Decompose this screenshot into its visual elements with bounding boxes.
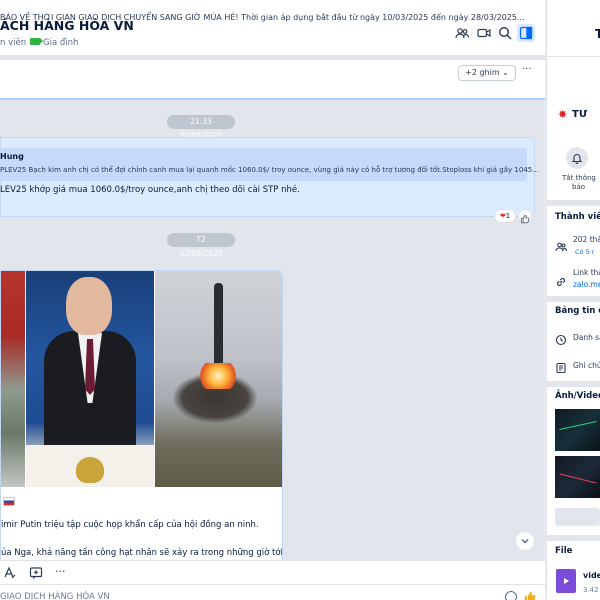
link-icon	[555, 273, 567, 287]
note-icon	[555, 359, 567, 374]
board-heading: Bảng tin c	[555, 306, 600, 316]
media-heading: Ảnh/Video	[555, 391, 600, 401]
reaction-count: 1	[505, 212, 511, 220]
search-icon[interactable]	[497, 25, 513, 41]
more-pins-button[interactable]: +2 ghim ⌄	[458, 65, 516, 81]
text-format-icon[interactable]	[3, 565, 17, 579]
member-label[interactable]: n viên	[0, 38, 26, 48]
group-name[interactable]: TƯ	[572, 109, 587, 120]
date-separator: 21:33 30/05/2025	[167, 115, 235, 140]
video-call-icon[interactable]	[476, 25, 492, 41]
members-heading: Thành viê	[555, 212, 600, 222]
message-text: imir Putin triệu tập cuộc họp khẩn cấp c…	[1, 520, 259, 530]
board-reminders[interactable]: Danh sá	[573, 333, 600, 342]
reaction-badge[interactable]: ❤1	[494, 209, 516, 223]
video-file-icon[interactable]	[556, 569, 576, 593]
sidebar-title: T	[595, 27, 600, 41]
mute-label[interactable]: Tắt thông	[562, 174, 596, 182]
group-link[interactable]: zalo.me	[573, 280, 600, 289]
composer-toolbar	[0, 560, 545, 584]
emoji-icon[interactable]	[505, 591, 517, 600]
scroll-to-bottom-button[interactable]	[515, 531, 535, 551]
emblem-icon	[76, 457, 104, 483]
date-separator: T2 02/06/2025	[167, 233, 235, 258]
media-thumbnail[interactable]	[555, 409, 600, 451]
message-text: ủa Nga, khả năng tấn công hạt nhân sẽ xả…	[1, 548, 283, 558]
photo-parade[interactable]	[1, 271, 25, 487]
mute-label-2[interactable]: báo	[572, 183, 585, 191]
like-reaction-icon[interactable]	[518, 209, 532, 224]
group-avatar-icon[interactable]: ✸	[558, 108, 567, 121]
members-icon	[555, 238, 568, 252]
quote-author: Hung	[0, 152, 24, 161]
photo-speaker[interactable]	[26, 271, 154, 487]
bell-icon[interactable]	[566, 147, 588, 169]
composer-input[interactable]: GIAO DỊCH HÀNG HÓA VN	[0, 592, 110, 600]
photo-missile-launch[interactable]	[155, 271, 282, 487]
rocket-icon	[214, 283, 223, 373]
board-notes[interactable]: Ghi chú	[573, 361, 600, 370]
files-heading: File	[555, 546, 573, 556]
pinned-message-text[interactable]: BÁO VỀ THỜI GIAN GIAO DỊCH CHUYỂN SANG G…	[0, 13, 525, 22]
toggle-info-panel-icon[interactable]	[517, 24, 535, 42]
link-label: Link tha	[573, 268, 600, 277]
file-size: 3.42	[583, 586, 599, 594]
label-tag-icon	[30, 38, 43, 45]
quote-text: PLEV25 Bạch kim anh chị có thể đợi chỉnh…	[0, 166, 539, 174]
message-text: LEV25 khớp giá mua 1060.0$/troy ounce,an…	[0, 185, 300, 195]
pin-options-button[interactable]: ···	[522, 64, 532, 75]
message-bubble[interactable]: imir Putin triệu tập cuộc họp khẩn cấp c…	[0, 270, 283, 570]
community-icon[interactable]	[454, 25, 470, 41]
members-online[interactable]: Có 5 r	[575, 248, 594, 256]
quick-like-icon[interactable]	[523, 589, 537, 600]
members-count[interactable]: 202 thà	[573, 235, 600, 244]
russia-flag-icon	[3, 497, 15, 506]
clock-icon	[555, 331, 567, 346]
media-thumbnail[interactable]	[555, 456, 600, 498]
quoted-message[interactable]	[0, 148, 527, 181]
quick-message-icon[interactable]	[29, 565, 43, 579]
more-options-icon[interactable]: ···	[55, 565, 69, 579]
file-name[interactable]: vide	[583, 571, 600, 580]
view-all-media-button[interactable]	[555, 508, 600, 526]
label-tag-text[interactable]: Gia đình	[43, 38, 78, 48]
